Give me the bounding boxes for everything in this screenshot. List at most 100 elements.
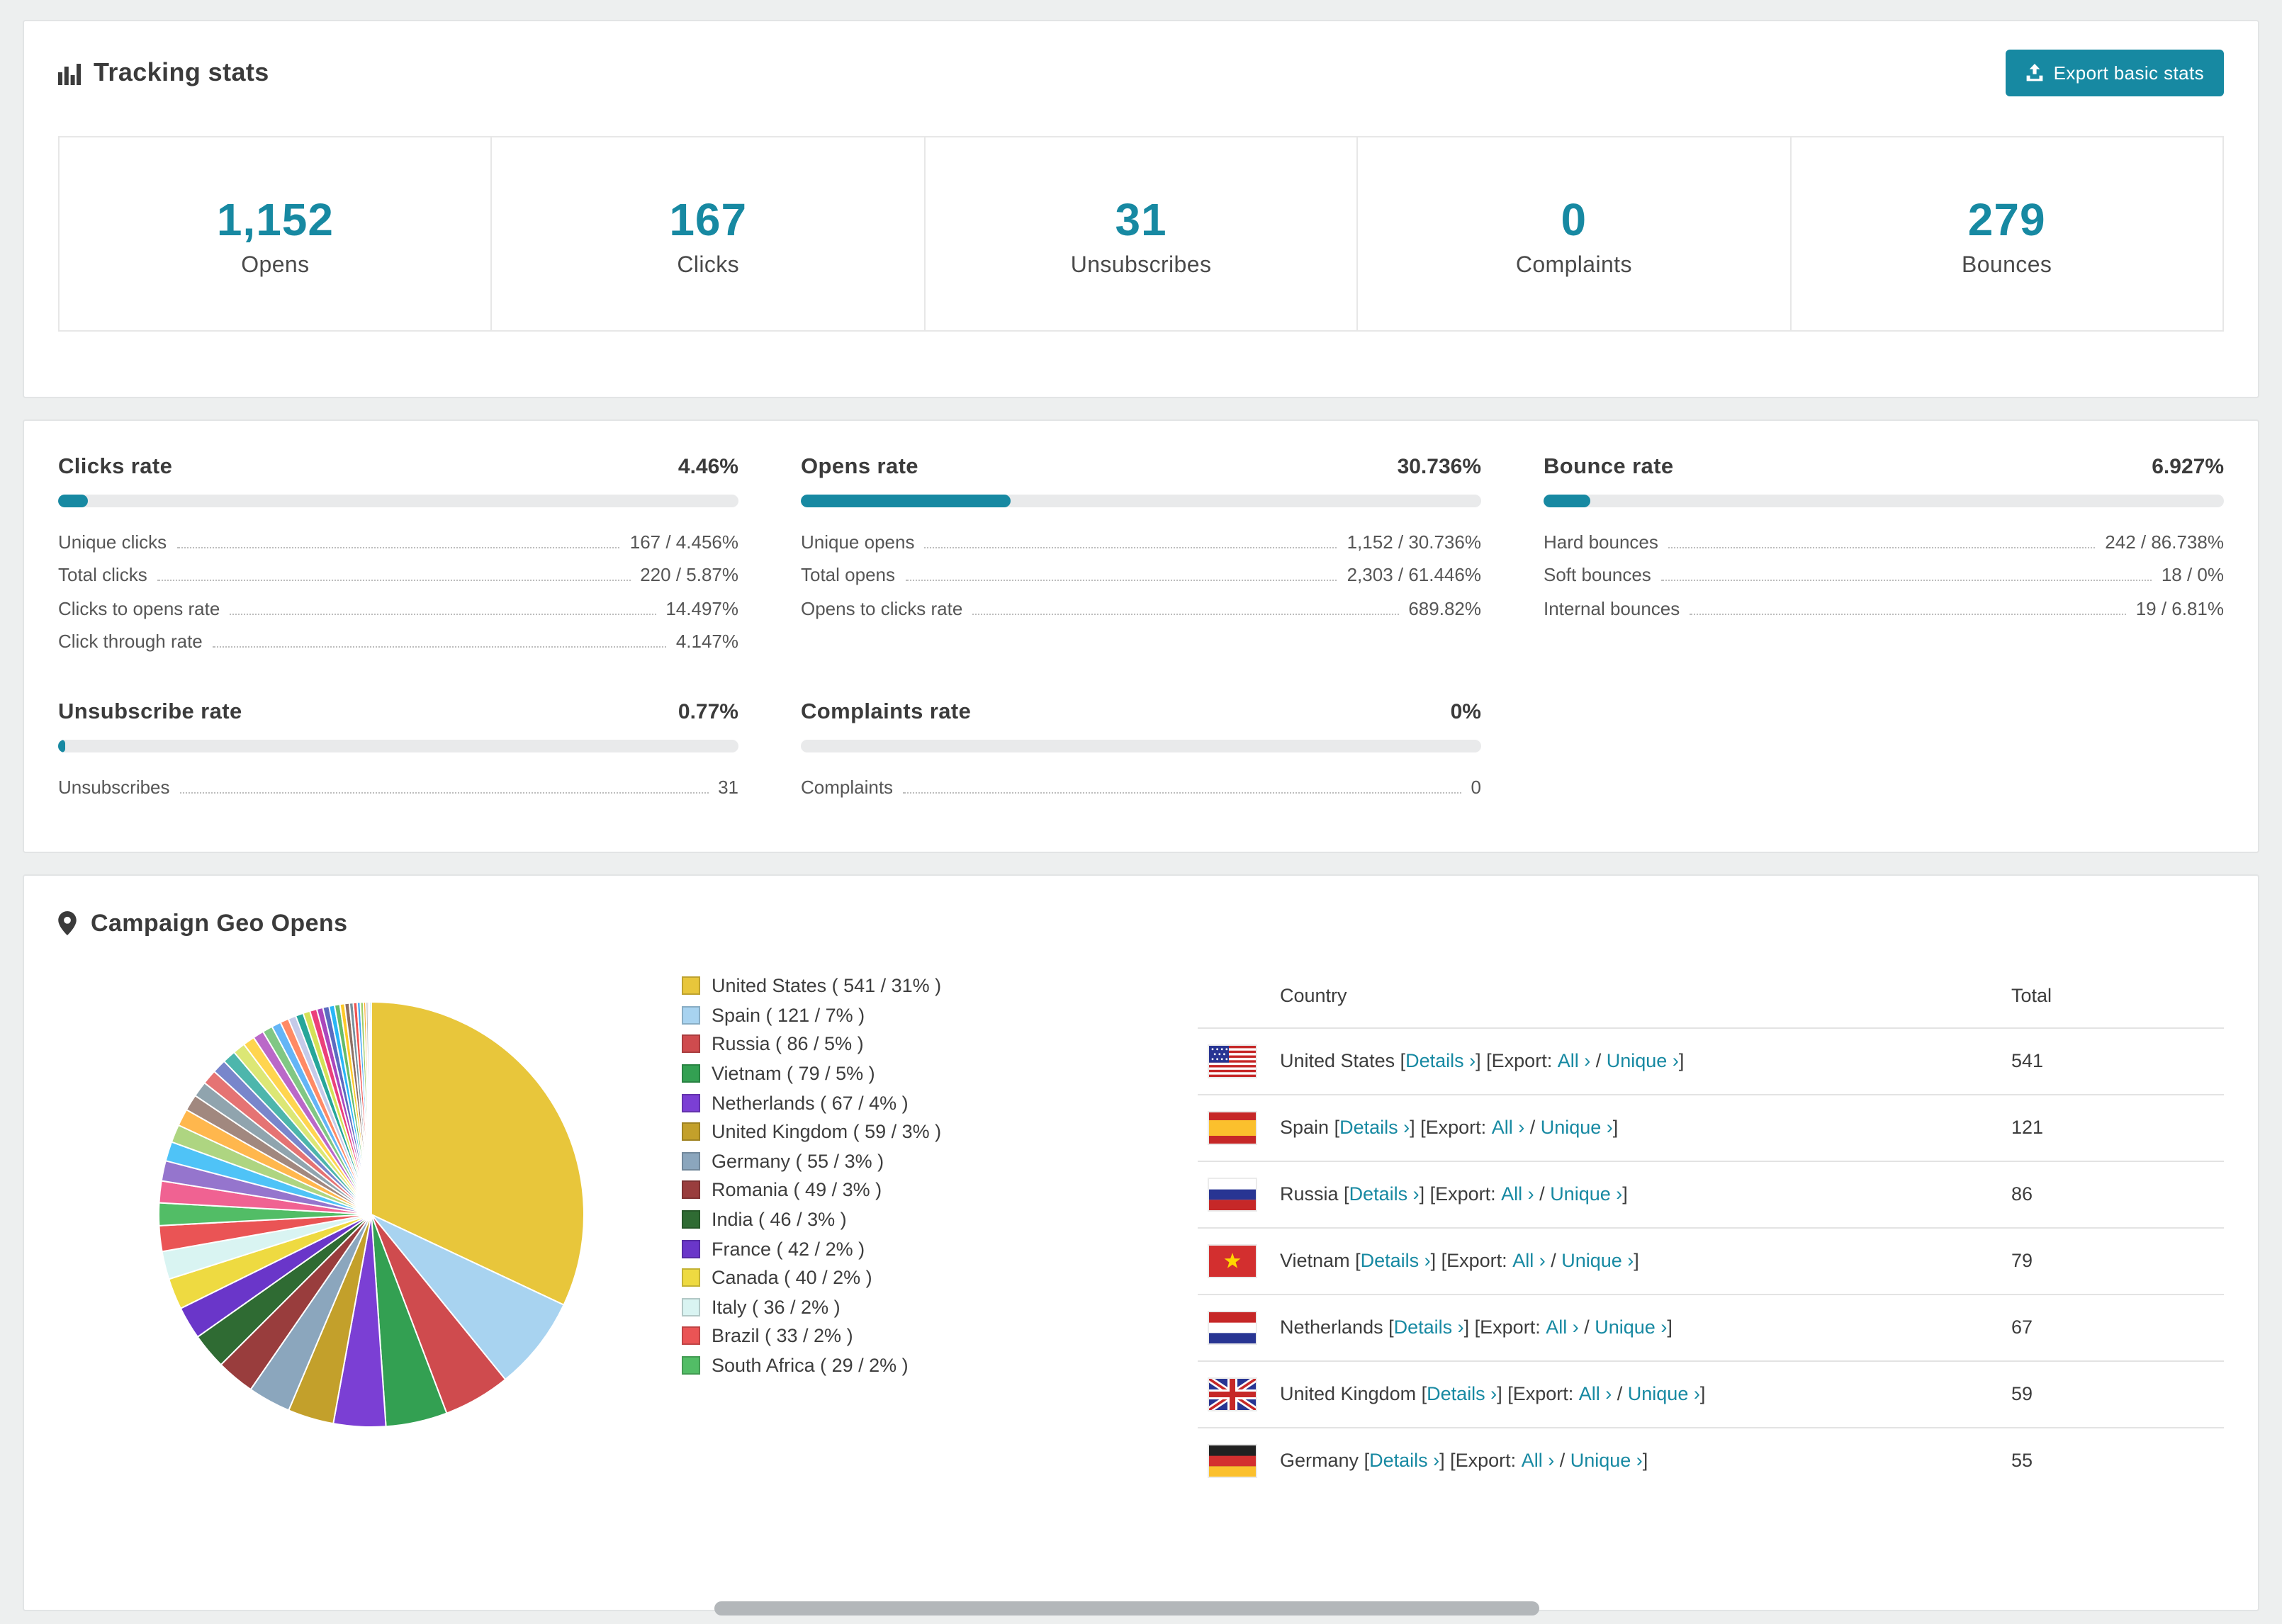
rate-panel-header: Unsubscribe rate 0.77% — [58, 700, 738, 726]
details-link[interactable]: Details › — [1349, 1183, 1420, 1205]
legend-swatch — [682, 1034, 700, 1054]
bracket: ] — [1634, 1250, 1639, 1271]
bracket: ] [Export: — [1497, 1383, 1579, 1404]
legend-swatch — [682, 1239, 700, 1258]
page: Tracking stats Export basic stats 1,152 O… — [0, 0, 2282, 1624]
dotted-leader — [1660, 580, 2152, 581]
rate-stat-row: Complaints 0 — [801, 769, 1481, 803]
total-cell: 541 — [2011, 1027, 2224, 1094]
rate-panel-header: Complaints rate 0% — [801, 700, 1481, 726]
country-name: Vietnam — [1280, 1250, 1356, 1271]
rate-stat-value: 220 / 5.87% — [640, 564, 738, 585]
details-link[interactable]: Details › — [1339, 1117, 1410, 1138]
ru-flag-icon — [1209, 1178, 1256, 1209]
legend-item: Brazil ( 33 / 2% ) — [682, 1321, 1067, 1350]
rate-value: 30.736% — [1397, 455, 1481, 479]
progress-bar-fill — [1544, 495, 1591, 507]
legend-item: Canada ( 40 / 2% ) — [682, 1263, 1067, 1292]
stat-label: Opens — [241, 254, 310, 278]
rate-panel: Opens rate 30.736% Unique opens 1,152 / 30.… — [801, 455, 1481, 658]
export-unique-link[interactable]: Unique › — [1595, 1316, 1667, 1338]
details-link[interactable]: Details › — [1369, 1450, 1439, 1471]
rate-title: Opens rate — [801, 455, 918, 479]
rates-card: Clicks rate 4.46% Unique clicks 167 / 4.456… — [23, 419, 2259, 852]
export-unique-link[interactable]: Unique › — [1628, 1383, 1700, 1404]
details-link[interactable]: Details › — [1427, 1383, 1497, 1404]
export-button-label: Export basic stats — [2053, 62, 2204, 84]
horizontal-scrollbar[interactable] — [714, 1601, 1539, 1615]
table-row: Vietnam [Details ›] [Export: All › / Uni… — [1198, 1227, 2224, 1294]
dotted-leader — [179, 791, 709, 793]
separator: / — [1578, 1316, 1595, 1338]
country-cell-content: Spain [Details ›] [Export: All › / Uniqu… — [1198, 1112, 2011, 1143]
total-cell: 79 — [2011, 1227, 2224, 1294]
rate-value: 0.77% — [678, 700, 738, 724]
rate-stat-value: 31 — [718, 776, 738, 797]
country-name: Spain — [1280, 1117, 1334, 1138]
details-link[interactable]: Details › — [1405, 1050, 1476, 1071]
progress-bar — [801, 495, 1481, 507]
dotted-leader — [1690, 613, 2126, 614]
table-row: Germany [Details ›] [Export: All › / Uni… — [1198, 1426, 2224, 1493]
bracket: [ — [1421, 1383, 1427, 1404]
export-unique-link[interactable]: Unique › — [1561, 1250, 1634, 1271]
stat-value: 167 — [669, 194, 748, 245]
bracket: ] — [1622, 1183, 1628, 1205]
vn-flag-icon — [1209, 1245, 1256, 1276]
geo-pie-chart — [152, 994, 591, 1433]
legend-swatch — [682, 1122, 700, 1141]
export-all-link[interactable]: All › — [1512, 1250, 1546, 1271]
export-unique-link[interactable]: Unique › — [1541, 1117, 1613, 1138]
export-unique-link[interactable]: Unique › — [1550, 1183, 1622, 1205]
legend-label: India ( 46 / 3% ) — [712, 1209, 847, 1231]
legend-label: Netherlands ( 67 / 4% ) — [712, 1092, 909, 1114]
table-row: United Kingdom [Details ›] [Export: All … — [1198, 1360, 2224, 1427]
details-link[interactable]: Details › — [1361, 1250, 1431, 1271]
country-cell-content: Vietnam [Details ›] [Export: All › / Uni… — [1198, 1245, 2011, 1276]
rate-title: Clicks rate — [58, 455, 173, 479]
export-icon — [2025, 64, 2044, 82]
legend-label: Vietnam ( 79 / 5% ) — [712, 1063, 875, 1085]
rate-stat-label: Soft bounces — [1544, 564, 1651, 585]
details-link[interactable]: Details › — [1394, 1316, 1464, 1338]
dotted-leader — [212, 646, 666, 648]
legend-swatch — [682, 1005, 700, 1025]
total-cell: 121 — [2011, 1093, 2224, 1161]
legend-label: Canada ( 40 / 2% ) — [712, 1267, 872, 1289]
tracking-stats-header: Tracking stats Export basic stats — [58, 50, 2224, 96]
legend-item: India ( 46 / 3% ) — [682, 1205, 1067, 1234]
bracket: [ — [1364, 1450, 1370, 1471]
bracket: [ — [1334, 1117, 1340, 1138]
dotted-leader — [903, 791, 1461, 793]
rate-title: Complaints rate — [801, 700, 972, 724]
legend-label: Brazil ( 33 / 2% ) — [712, 1325, 853, 1347]
separator: / — [1545, 1250, 1562, 1271]
table-row: Russia [Details ›] [Export: All › / Uniq… — [1198, 1160, 2224, 1227]
export-unique-link[interactable]: Unique › — [1570, 1450, 1643, 1471]
bracket: ] [Export: — [1410, 1117, 1492, 1138]
geo-table-header-country: Country — [1280, 984, 1347, 1005]
gb-flag-icon — [1209, 1378, 1256, 1409]
export-unique-link[interactable]: Unique › — [1607, 1050, 1679, 1071]
export-all-link[interactable]: All › — [1579, 1383, 1612, 1404]
export-all-link[interactable]: All › — [1546, 1316, 1579, 1338]
export-all-link[interactable]: All › — [1558, 1050, 1591, 1071]
export-all-link[interactable]: All › — [1501, 1183, 1534, 1205]
legend-swatch — [682, 976, 700, 996]
rate-panel-header: Opens rate 30.736% — [801, 455, 1481, 480]
export-basic-stats-button[interactable]: Export basic stats — [2005, 50, 2224, 96]
nl-flag-icon — [1209, 1312, 1256, 1343]
dotted-leader — [230, 613, 656, 614]
progress-bar-fill — [58, 740, 65, 752]
progress-bar-fill — [58, 495, 89, 507]
stat-value: 31 — [1115, 194, 1167, 245]
stat-box: 0 Complaints — [1356, 137, 1789, 330]
export-all-link[interactable]: All › — [1492, 1117, 1525, 1138]
export-all-link[interactable]: All › — [1522, 1450, 1555, 1471]
legend-label: Spain ( 121 / 7% ) — [712, 1004, 865, 1026]
progress-bar — [58, 495, 738, 507]
bracket: ] [Export: — [1439, 1450, 1522, 1471]
stat-value: 279 — [1967, 194, 2046, 245]
rate-stat-label: Internal bounces — [1544, 597, 1680, 619]
legend-item: Italy ( 36 / 2% ) — [682, 1292, 1067, 1321]
